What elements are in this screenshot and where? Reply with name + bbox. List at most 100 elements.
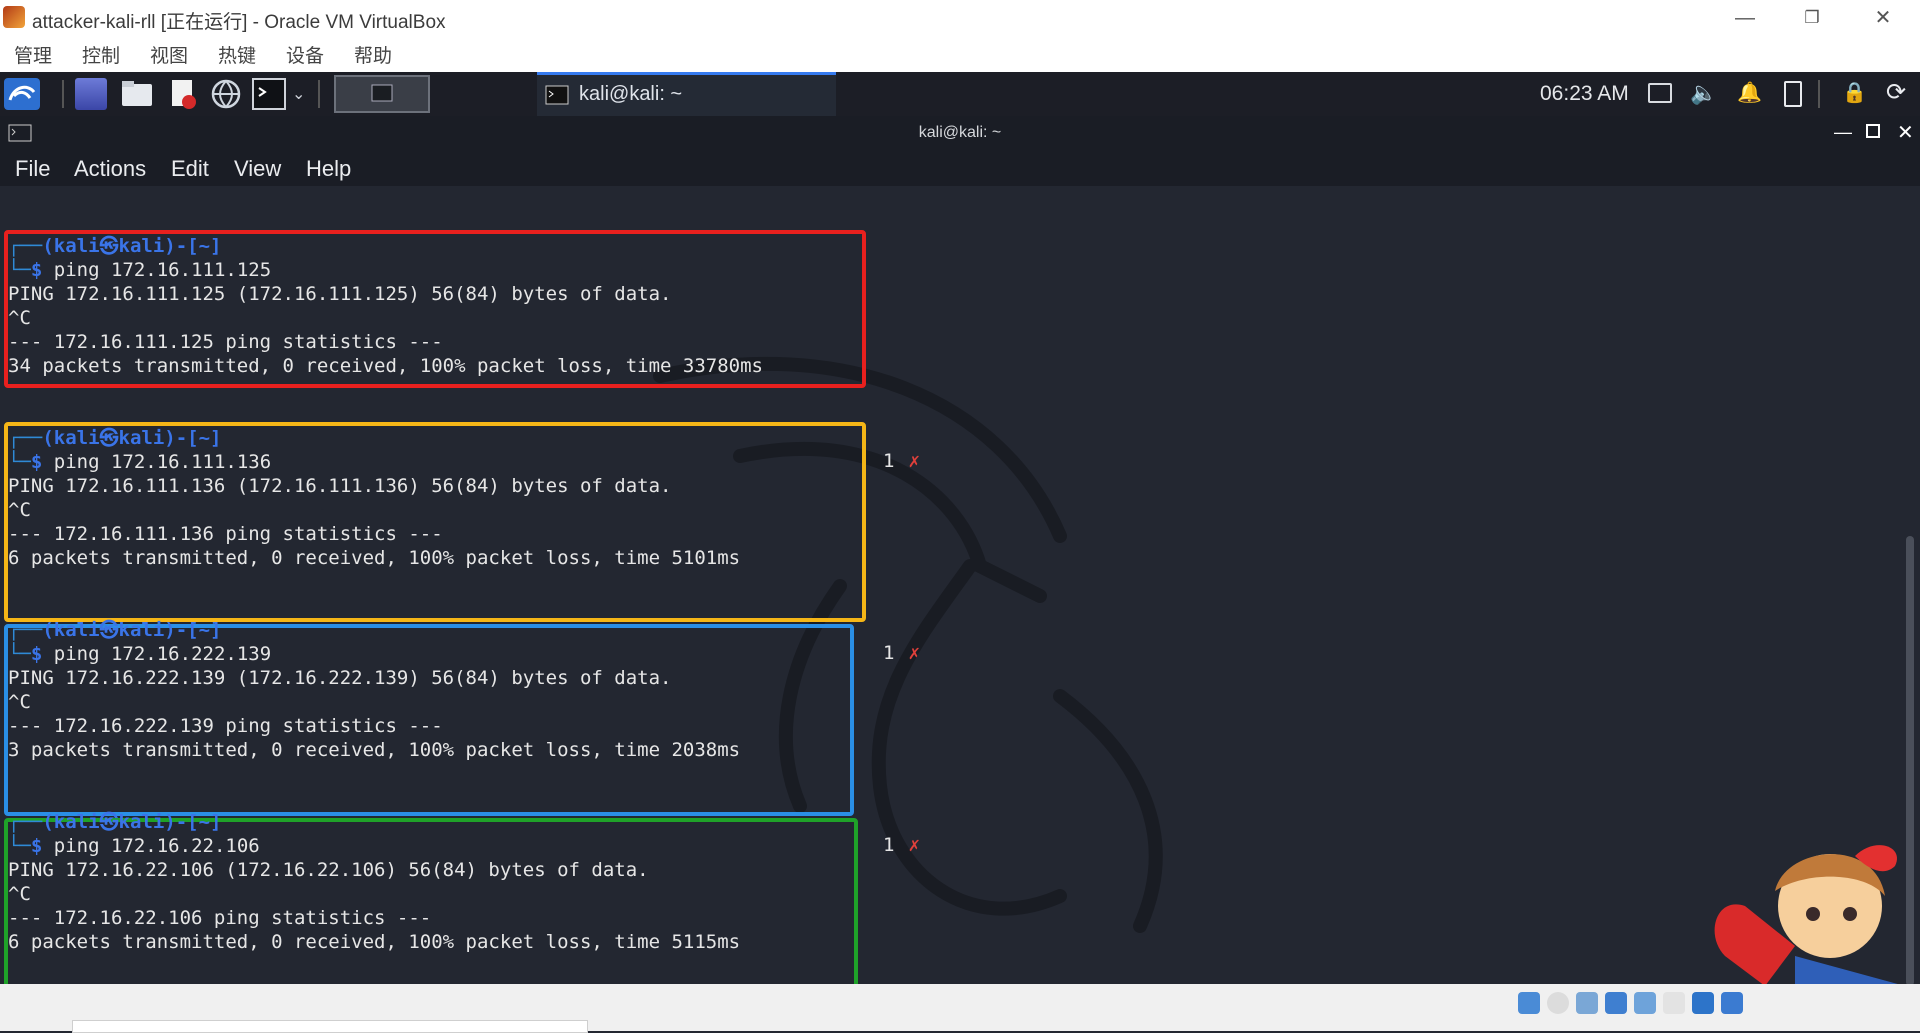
prompt-line: ┌──(kali㉿kali)-[~] (8, 427, 222, 449)
command-line: └─$ ping 172.16.111.136 (8, 451, 272, 473)
output-line: ^C (8, 499, 31, 521)
prompt-symbol: $ (30, 835, 43, 857)
exit-code: 1 (883, 834, 895, 856)
taskbar-terminal-button[interactable]: kali@kali: ~ (537, 72, 836, 116)
close-button[interactable]: ✕ (1866, 4, 1900, 32)
prompt-symbol: $ (30, 451, 43, 473)
prompt-symbol: $ (30, 643, 43, 665)
kali-menu-icon[interactable] (4, 78, 40, 110)
terminal-menu-actions[interactable]: Actions (74, 156, 146, 182)
optical-icon[interactable] (1547, 992, 1569, 1014)
prompt-symbol: $ (30, 259, 43, 281)
output-line: --- 172.16.22.106 ping statistics --- (8, 907, 432, 929)
prompt-line: ┌──(kali㉿kali)-[~] (8, 235, 222, 257)
terminal-menu-help[interactable]: Help (306, 156, 351, 182)
display-icon[interactable] (1692, 992, 1714, 1014)
usb-icon[interactable] (1634, 992, 1656, 1014)
prompt-user: (kali㉿kali)-[~] (42, 235, 222, 257)
terminal-output-area[interactable]: ┌──(kali㉿kali)-[~] └─$ ping 172.16.111.1… (0, 186, 1920, 984)
recording-icon[interactable] (1721, 992, 1743, 1014)
terminal-menu-view[interactable]: View (234, 156, 281, 182)
output-line: ^C (8, 691, 31, 713)
output-line: 3 packets transmitted, 0 received, 100% … (8, 739, 741, 761)
host-horizontal-scrollbar[interactable] (72, 1020, 588, 1033)
audio-icon[interactable] (1576, 992, 1598, 1014)
host-statusbar (0, 984, 1920, 1033)
text-editor-icon[interactable] (168, 78, 198, 110)
panel-separator (1818, 80, 1820, 108)
prompt-line: ┌──(kali㉿kali)-[~] (8, 811, 222, 833)
host-menu-devices[interactable]: 设备 (286, 41, 324, 68)
host-menu-manage[interactable]: 管理 (14, 41, 52, 68)
host-menu-view[interactable]: 视图 (150, 41, 188, 68)
terminal-close-button[interactable]: ✕ (1897, 120, 1914, 145)
host-menu-control[interactable]: 控制 (82, 41, 120, 68)
kali-top-panel: ⌄ kali@kali: ~ 06:23 AM 🔈 🔔 🔒 ⟳ (0, 72, 1920, 116)
file-manager-icon[interactable] (120, 78, 154, 110)
exit-status: 1 ✗ (883, 642, 920, 664)
disk-icon[interactable] (1518, 992, 1540, 1014)
output-line: ^C (8, 307, 31, 329)
volume-icon[interactable]: 🔈 (1690, 80, 1717, 106)
host-menu-hotkeys[interactable]: 热键 (218, 41, 256, 68)
output-line: ^C (8, 883, 31, 905)
exit-code: 1 (883, 450, 895, 472)
network-icon[interactable] (1605, 992, 1627, 1014)
workspace-switcher[interactable] (334, 75, 430, 113)
command-text: ping 172.16.222.139 (53, 643, 272, 665)
restore-button[interactable]: ❐ (1795, 4, 1829, 32)
output-line: PING 172.16.111.125 (172.16.111.125) 56(… (8, 283, 672, 305)
battery-icon[interactable] (1784, 81, 1802, 107)
terminal-launcher-icon[interactable] (252, 78, 286, 110)
terminal-menu-file[interactable]: File (15, 156, 50, 182)
output-line: 34 packets transmitted, 0 received, 100%… (8, 355, 763, 377)
output-line: PING 172.16.222.139 (172.16.222.139) 56(… (8, 667, 672, 689)
output-line: --- 172.16.111.136 ping statistics --- (8, 523, 443, 545)
terminal-menu-edit[interactable]: Edit (171, 156, 209, 182)
show-desktop-icon[interactable] (75, 78, 107, 110)
command-text: ping 172.16.111.125 (53, 259, 272, 281)
terminal-minimize-button[interactable]: — (1834, 122, 1852, 143)
exit-status: 1 ✗ (883, 834, 920, 856)
display-icon[interactable] (1648, 83, 1672, 103)
output-line: --- 172.16.111.125 ping statistics --- (8, 331, 443, 353)
terminal-icon (545, 85, 569, 105)
shared-folder-icon[interactable] (1663, 992, 1685, 1014)
host-menu-help[interactable]: 帮助 (354, 41, 392, 68)
vm-screen: ⌄ kali@kali: ~ 06:23 AM 🔈 🔔 🔒 ⟳ kali@kal… (0, 72, 1920, 984)
command-text: ping 172.16.22.106 (53, 835, 260, 857)
terminal-titlebar: kali@kali: ~ — ✕ (0, 116, 1920, 152)
command-text: ping 172.16.111.136 (53, 451, 272, 473)
output-line: PING 172.16.111.136 (172.16.111.136) 56(… (8, 475, 672, 497)
terminal-window-title: kali@kali: ~ (918, 124, 1002, 141)
output-line: --- 172.16.222.139 ping statistics --- (8, 715, 443, 737)
command-line: └─$ ping 172.16.111.125 (8, 259, 272, 281)
panel-clock[interactable]: 06:23 AM (1540, 82, 1629, 106)
notification-bell-icon[interactable]: 🔔 (1737, 80, 1762, 105)
prompt-user: (kali㉿kali)-[~] (42, 427, 222, 449)
web-browser-icon[interactable] (210, 78, 242, 110)
exit-status: 1 ✗ (883, 450, 920, 472)
terminal-menubar: File Actions Edit View Help (0, 152, 1920, 186)
prompt-user: (kali㉿kali)-[~] (42, 619, 222, 641)
prompt-line: ┌──(kali㉿kali)-[~] (8, 619, 222, 641)
mascot-overlay-image (1714, 845, 1898, 984)
output-line: 6 packets transmitted, 0 received, 100% … (8, 547, 741, 569)
output-line: PING 172.16.22.106 (172.16.22.106) 56(84… (8, 859, 649, 881)
lock-screen-icon[interactable]: 🔒 (1842, 80, 1867, 105)
host-titlebar: attacker-kali-rll [正在运行] - Oracle VM Vir… (0, 0, 1920, 36)
prompt-user: (kali㉿kali)-[~] (42, 811, 222, 833)
panel-separator (62, 80, 64, 108)
virtualbox-app-icon (3, 6, 25, 28)
chevron-down-icon[interactable]: ⌄ (292, 84, 305, 104)
minimize-button[interactable]: — (1728, 4, 1762, 32)
logout-icon[interactable]: ⟳ (1886, 78, 1906, 107)
terminal-maximize-button[interactable] (1866, 124, 1880, 138)
taskbar-task-title: kali@kali: ~ (579, 83, 683, 105)
host-menubar: 管理 控制 视图 热键 设备 帮助 (0, 36, 1920, 72)
exit-code: 1 (883, 642, 895, 664)
error-x-icon: ✗ (908, 642, 920, 664)
host-window-title: attacker-kali-rll [正在运行] - Oracle VM Vir… (32, 12, 446, 33)
command-line: └─$ ping 172.16.222.139 (8, 643, 272, 665)
command-line: └─$ ping 172.16.22.106 (8, 835, 260, 857)
